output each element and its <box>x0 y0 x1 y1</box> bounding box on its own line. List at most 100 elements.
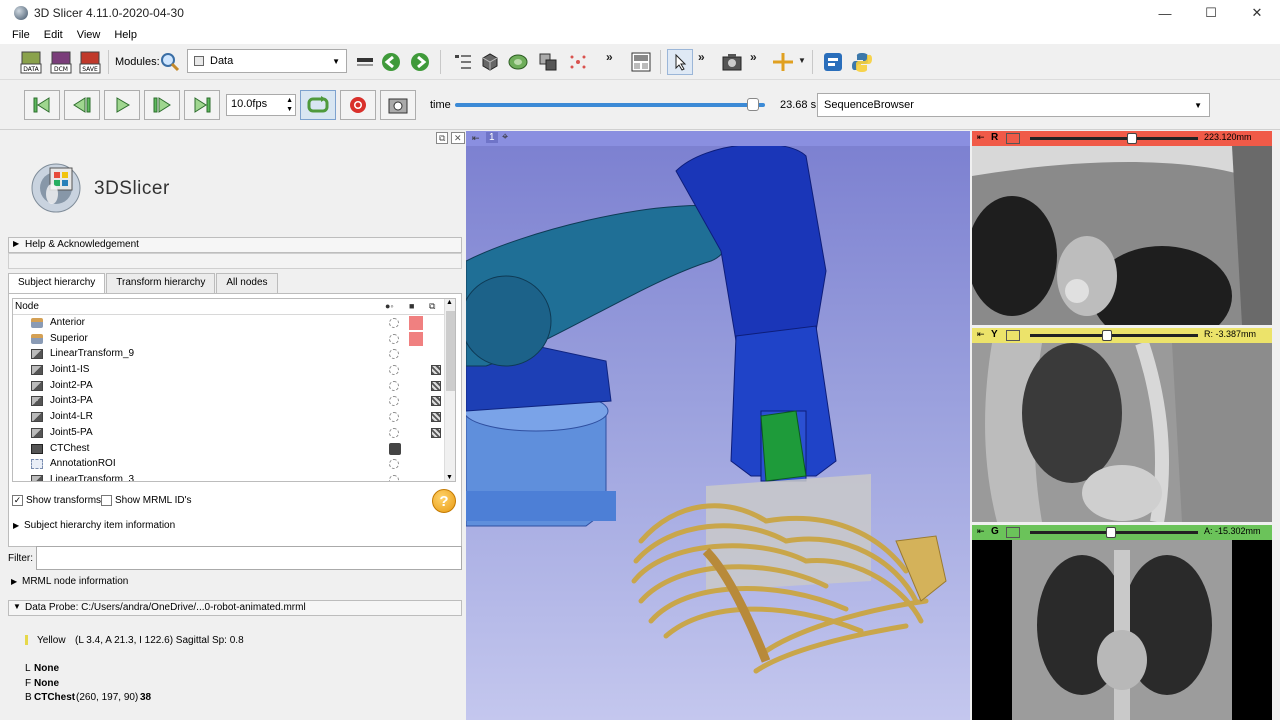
time-slider-track[interactable] <box>455 103 765 107</box>
slice-link-icon[interactable] <box>1006 330 1020 341</box>
slice-offset-handle[interactable] <box>1127 133 1138 144</box>
layout-button[interactable] <box>352 49 378 75</box>
subject-hierarchy-info-section[interactable]: Subject hierarchy item information <box>8 520 175 531</box>
close-button[interactable]: ✕ <box>1234 0 1280 26</box>
toolbar-overflow-1[interactable]: » <box>606 50 613 64</box>
transform-icon[interactable] <box>431 365 441 376</box>
next-frame-button[interactable] <box>144 90 180 120</box>
center-view-icon[interactable]: ⌖ <box>502 131 508 144</box>
pin-icon[interactable]: ⇤ <box>977 132 985 143</box>
fps-spinbox[interactable]: 10.0fps ▲ ▼ <box>226 94 296 116</box>
transforms-module-button[interactable] <box>535 49 561 75</box>
back-button[interactable] <box>378 49 404 75</box>
visibility-eye-icon[interactable] <box>389 349 399 360</box>
close-panel-icon[interactable]: ✕ <box>450 132 465 144</box>
volume-rendering-icon[interactable] <box>389 442 401 455</box>
load-dicom-button[interactable]: DCM <box>48 49 74 75</box>
tree-scroll-thumb[interactable] <box>446 311 455 391</box>
visibility-eye-icon[interactable] <box>389 318 399 328</box>
filter-input[interactable] <box>36 546 462 570</box>
transform-icon[interactable] <box>431 396 441 407</box>
visibility-eye-icon[interactable] <box>389 396 399 407</box>
visibility-eye-icon[interactable] <box>389 474 399 481</box>
models-module-button[interactable] <box>505 49 531 75</box>
visibility-eye-icon[interactable] <box>389 380 399 391</box>
extension-manager-button[interactable] <box>820 49 846 75</box>
slice-link-icon[interactable] <box>1006 527 1020 538</box>
slice-offset-handle[interactable] <box>1105 527 1116 538</box>
tree-row[interactable]: Superior <box>13 331 455 347</box>
previous-frame-button[interactable] <box>64 90 100 120</box>
tree-row[interactable]: LinearTransform_3 <box>13 472 455 481</box>
slice-offset-slider[interactable] <box>1030 137 1198 140</box>
slice-offset-handle[interactable] <box>1102 330 1113 341</box>
mrml-node-info-section[interactable]: MRML node information <box>6 576 128 587</box>
show-mrml-ids-checkbox[interactable] <box>101 495 112 506</box>
forward-button[interactable] <box>407 49 433 75</box>
loop-button[interactable] <box>300 90 336 120</box>
tree-row[interactable]: Joint2-PA <box>13 378 455 394</box>
save-button[interactable]: SAVE <box>77 49 103 75</box>
spin-arrows-icon[interactable]: ▲ ▼ <box>286 96 293 114</box>
first-frame-button[interactable] <box>24 90 60 120</box>
load-data-button[interactable]: DATA <box>18 49 44 75</box>
visibility-eye-icon[interactable] <box>389 365 399 376</box>
time-slider-handle[interactable] <box>746 98 759 111</box>
scroll-down-icon[interactable]: ▼ <box>446 474 453 481</box>
color-swatch[interactable] <box>409 316 423 330</box>
markups-module-button[interactable] <box>565 49 591 75</box>
visibility-eye-icon[interactable] <box>389 459 399 470</box>
visibility-eye-icon[interactable] <box>389 333 399 344</box>
minimize-button[interactable]: — <box>1142 0 1188 26</box>
green-slice-view[interactable] <box>972 540 1272 720</box>
snapshot-button[interactable] <box>380 90 416 120</box>
visibility-eye-icon[interactable] <box>389 412 399 423</box>
toolbar-overflow-3[interactable]: » <box>750 50 757 64</box>
screenshot-button[interactable] <box>719 49 745 75</box>
data-probe-section[interactable]: Data Probe: C:/Users/andra/OneDrive/...0… <box>8 600 462 616</box>
transform-column-icon[interactable]: ⧉ <box>429 301 435 312</box>
tree-row[interactable]: Joint5-PA <box>13 425 455 441</box>
record-button[interactable] <box>340 90 376 120</box>
pin-icon[interactable]: ⇤ <box>977 329 985 340</box>
red-slice-view[interactable] <box>972 146 1272 325</box>
menu-view[interactable]: View <box>77 29 101 41</box>
tree-row[interactable]: Anterior <box>13 315 455 331</box>
undock-icon[interactable]: ⧉ <box>436 132 449 144</box>
color-swatch[interactable] <box>409 331 423 346</box>
tree-row[interactable]: Joint4-LR <box>13 409 455 425</box>
tree-row[interactable]: Joint1-IS <box>13 362 455 378</box>
volumes-module-button[interactable] <box>477 49 503 75</box>
help-button[interactable]: ? <box>432 489 456 513</box>
transform-icon[interactable] <box>431 380 441 391</box>
python-console-button[interactable] <box>849 49 875 75</box>
data-module-button[interactable] <box>450 49 476 75</box>
slice-offset-slider[interactable] <box>1030 334 1198 337</box>
tree-row[interactable]: AnnotationROI <box>13 456 455 472</box>
maximize-button[interactable]: ☐ <box>1188 0 1234 26</box>
last-frame-button[interactable] <box>184 90 220 120</box>
view-layout-button[interactable] <box>628 49 654 75</box>
show-transforms-checkbox[interactable]: ✓ <box>12 495 23 506</box>
3d-view[interactable] <box>466 131 970 720</box>
select-mode-button[interactable] <box>667 49 693 75</box>
chevron-down-icon[interactable]: ▼ <box>798 56 806 65</box>
tab-subject-hierarchy[interactable]: Subject hierarchy <box>8 273 106 295</box>
menu-file[interactable]: File <box>12 29 30 41</box>
tab-transform-hierarchy[interactable]: Transform hierarchy <box>106 273 216 293</box>
visibility-column-icon[interactable]: ●◦ <box>385 301 394 311</box>
tab-all-nodes[interactable]: All nodes <box>216 273 278 293</box>
tree-row[interactable]: CTChest <box>13 441 455 457</box>
pin-icon[interactable]: ⇤ <box>977 526 985 537</box>
tree-row[interactable]: LinearTransform_9 <box>13 346 455 362</box>
pin-icon[interactable]: ⇤ <box>472 133 480 144</box>
slice-link-icon[interactable] <box>1006 133 1020 144</box>
tree-scrollbar[interactable]: ▲ ▼ <box>444 299 455 481</box>
color-column-icon[interactable]: ■ <box>409 301 414 311</box>
help-acknowledgement-section[interactable]: Help & Acknowledgement <box>8 237 462 253</box>
menu-edit[interactable]: Edit <box>44 29 63 41</box>
subject-hierarchy-tree[interactable]: Node ●◦ ■ ⧉ Anterior Superior LinearTransf… <box>12 298 456 482</box>
menu-help[interactable]: Help <box>114 29 137 41</box>
yellow-slice-view[interactable] <box>972 343 1272 522</box>
module-selector[interactable]: Data ▼ <box>187 49 347 73</box>
